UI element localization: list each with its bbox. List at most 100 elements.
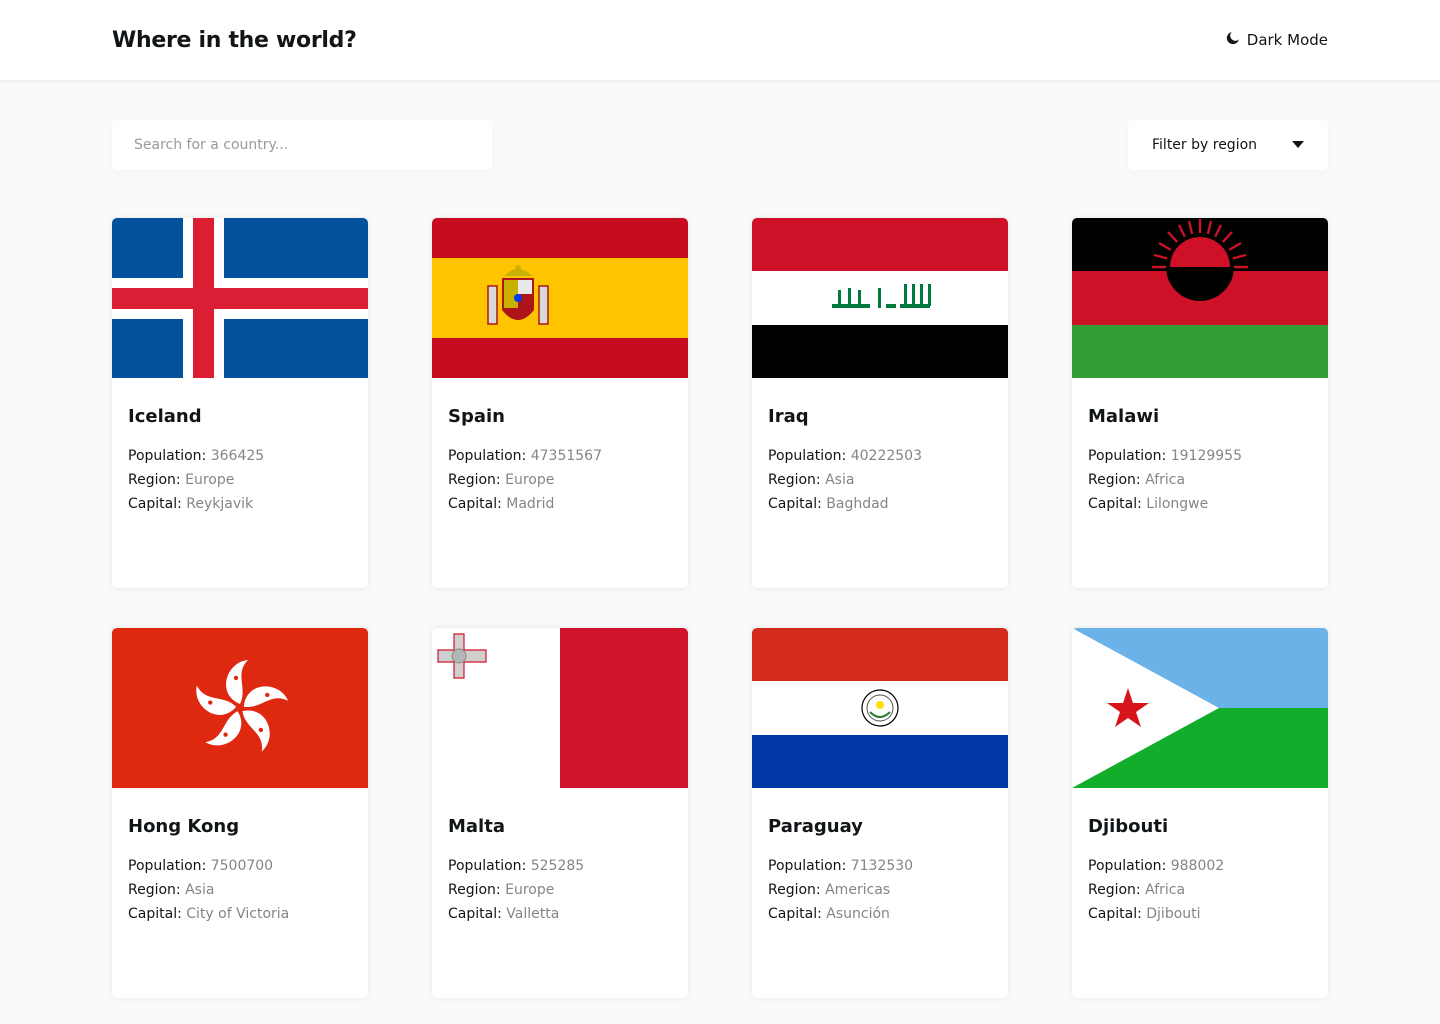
population-row: Population: 988002 (1088, 854, 1312, 878)
national-seal-icon (861, 689, 899, 727)
region-value: Africa (1145, 882, 1186, 898)
region-row: Region: Africa (1088, 878, 1312, 902)
population-label: Population: (448, 448, 527, 464)
population-row: Population: 40222503 (768, 444, 992, 468)
hong-kong-flag (112, 628, 368, 788)
capital-row: Capital: Lilongwe (1088, 492, 1312, 516)
region-label: Region: (128, 472, 181, 488)
controls-bar: Filter by region (112, 120, 1328, 170)
population-value: 40222503 (850, 448, 922, 464)
country-grid: Iceland Population: 366425 Region: Europ… (112, 218, 1328, 998)
capital-value: Reykjavik (186, 496, 254, 512)
iceland-flag (112, 218, 368, 378)
moon-icon (1226, 31, 1240, 49)
capital-label: Capital: (1088, 906, 1142, 922)
capital-value: Valletta (506, 906, 560, 922)
paraguay-flag (752, 628, 1008, 788)
region-label: Region: (128, 882, 181, 898)
country-card[interactable]: Malawi Population: 19129955 Region: Afri… (1072, 218, 1328, 588)
population-row: Population: 7500700 (128, 854, 352, 878)
country-card[interactable]: Malta Population: 525285 Region: Europe … (432, 628, 688, 998)
malta-flag (432, 628, 688, 788)
country-card[interactable]: Iceland Population: 366425 Region: Europ… (112, 218, 368, 588)
population-label: Population: (768, 448, 847, 464)
country-card[interactable]: Djibouti Population: 988002 Region: Afri… (1072, 628, 1328, 998)
dark-mode-toggle[interactable]: Dark Mode (1226, 31, 1328, 49)
population-row: Population: 47351567 (448, 444, 672, 468)
population-value: 988002 (1170, 858, 1225, 874)
region-row: Region: Africa (1088, 468, 1312, 492)
region-value: Asia (185, 882, 215, 898)
country-name: Iceland (128, 406, 202, 427)
population-value: 366425 (210, 448, 265, 464)
country-name: Spain (448, 406, 505, 427)
country-name: Paraguay (768, 816, 863, 837)
population-row: Population: 19129955 (1088, 444, 1312, 468)
region-value: Africa (1145, 472, 1186, 488)
region-value: Europe (505, 882, 555, 898)
region-value: Asia (825, 472, 855, 488)
region-label: Region: (1088, 882, 1141, 898)
region-row: Region: Americas (768, 878, 992, 902)
region-label: Region: (768, 882, 821, 898)
app-title: Where in the world? (112, 27, 357, 53)
search-input[interactable] (132, 136, 472, 154)
capital-label: Capital: (1088, 496, 1142, 512)
country-name: Malta (448, 816, 505, 837)
capital-label: Capital: (128, 906, 182, 922)
capital-value: Madrid (506, 496, 555, 512)
capital-row: Capital: Djibouti (1088, 902, 1312, 926)
region-value: Europe (185, 472, 235, 488)
iraq-flag (752, 218, 1008, 378)
population-value: 7132530 (850, 858, 914, 874)
capital-value: Baghdad (826, 496, 889, 512)
region-row: Region: Europe (128, 468, 352, 492)
capital-label: Capital: (768, 906, 822, 922)
filter-label: Filter by region (1152, 137, 1258, 153)
dark-mode-label: Dark Mode (1246, 31, 1328, 49)
region-row: Region: Europe (448, 468, 672, 492)
malawi-flag (1072, 218, 1328, 378)
region-filter-dropdown[interactable]: Filter by region (1128, 120, 1328, 170)
population-label: Population: (1088, 448, 1167, 464)
country-card[interactable]: Iraq Population: 40222503 Region: Asia C… (752, 218, 1008, 588)
capital-label: Capital: (128, 496, 182, 512)
population-value: 19129955 (1170, 448, 1242, 464)
capital-row: Capital: Baghdad (768, 492, 992, 516)
region-row: Region: Europe (448, 878, 672, 902)
population-row: Population: 366425 (128, 444, 352, 468)
capital-label: Capital: (448, 496, 502, 512)
capital-row: Capital: Asunción (768, 902, 992, 926)
djibouti-flag (1072, 628, 1328, 788)
country-card[interactable]: Hong Kong Population: 7500700 Region: As… (112, 628, 368, 998)
population-label: Population: (128, 858, 207, 874)
capital-row: Capital: Madrid (448, 492, 672, 516)
capital-row: Capital: City of Victoria (128, 902, 352, 926)
region-row: Region: Asia (128, 878, 352, 902)
capital-value: Asunción (826, 906, 890, 922)
region-value: Europe (505, 472, 555, 488)
capital-value: Djibouti (1146, 906, 1201, 922)
population-row: Population: 525285 (448, 854, 672, 878)
region-row: Region: Asia (768, 468, 992, 492)
population-value: 7500700 (210, 858, 274, 874)
region-label: Region: (448, 472, 501, 488)
population-value: 525285 (530, 858, 585, 874)
search-box[interactable] (112, 120, 492, 170)
caret-down-icon (1292, 137, 1304, 153)
capital-value: City of Victoria (186, 906, 290, 922)
region-value: Americas (825, 882, 891, 898)
country-name: Iraq (768, 406, 809, 427)
top-header: Where in the world? Dark Mode (0, 0, 1440, 80)
population-label: Population: (448, 858, 527, 874)
country-name: Hong Kong (128, 816, 240, 837)
country-name: Djibouti (1088, 816, 1169, 837)
region-label: Region: (1088, 472, 1141, 488)
population-value: 47351567 (530, 448, 602, 464)
country-card[interactable]: Paraguay Population: 7132530 Region: Ame… (752, 628, 1008, 998)
country-card[interactable]: Spain Population: 47351567 Region: Europ… (432, 218, 688, 588)
spain-flag (432, 218, 688, 378)
capital-label: Capital: (768, 496, 822, 512)
population-row: Population: 7132530 (768, 854, 992, 878)
capital-value: Lilongwe (1146, 496, 1209, 512)
